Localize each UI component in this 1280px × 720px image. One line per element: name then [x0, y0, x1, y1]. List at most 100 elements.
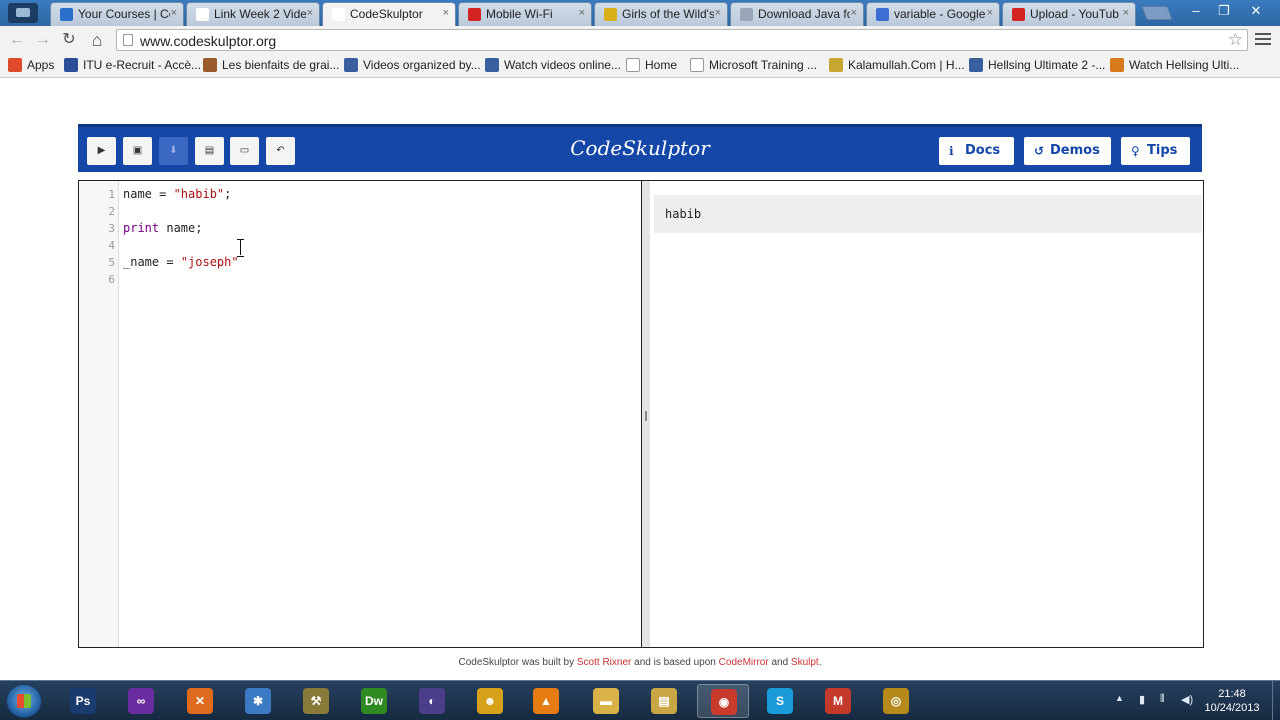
bookmark-item[interactable]: Videos organized by... [344, 58, 481, 74]
browser-tab[interactable]: Download Java fo × [730, 2, 864, 26]
demos-button[interactable]: ↺ Demos [1024, 137, 1111, 165]
code-line[interactable]: print name; [123, 221, 202, 235]
browser-tab[interactable]: variable - Google × [866, 2, 1000, 26]
volume-icon[interactable]: ◀) [1181, 693, 1193, 706]
tray-arrow-icon[interactable]: ▲ [1115, 693, 1124, 703]
browser-tab[interactable]: CodeSkulptor × [322, 2, 456, 26]
tab-close-icon[interactable]: × [579, 7, 585, 19]
download-button[interactable]: ⬇ [159, 137, 188, 165]
tools-icon: ✱ [245, 688, 271, 714]
bookmark-favicon-icon [690, 58, 704, 72]
taskbar-media-player[interactable]: ◎ [870, 684, 922, 718]
reset-button[interactable]: ↶ [266, 137, 295, 165]
skulpt-link[interactable]: Skulpt [791, 657, 819, 668]
new-tab-button[interactable] [1141, 6, 1173, 20]
bookmark-favicon-icon [485, 58, 499, 72]
line-number: 5 [108, 256, 115, 269]
restore-button[interactable]: ❐ [1212, 2, 1236, 20]
bookmark-favicon-icon [1110, 58, 1124, 72]
line-number: 2 [108, 205, 115, 218]
taskbar-explorer[interactable]: ▤ [638, 684, 690, 718]
tab-favicon-icon [196, 8, 209, 21]
code-token: name = [123, 187, 174, 201]
pane-splitter[interactable] [642, 180, 650, 648]
browser-tab[interactable]: Link Week 2 Vide × [186, 2, 320, 26]
taskbar-messenger[interactable]: ☻ [464, 684, 516, 718]
menu-icon[interactable] [1255, 33, 1271, 47]
bookmark-star-icon[interactable]: ☆ [1228, 30, 1243, 50]
open-local-button[interactable]: ▭ [230, 137, 259, 165]
bookmark-favicon-icon [64, 58, 78, 72]
tab-favicon-icon [468, 8, 481, 21]
browser-toolbar: ← → ↻ ⌂ www.codeskulptor.org ☆ [0, 26, 1280, 54]
tab-close-icon[interactable]: × [715, 7, 721, 19]
bookmark-label: Videos organized by... [363, 58, 481, 72]
signal-icon[interactable]: ⫴ [1160, 693, 1165, 706]
address-bar[interactable]: www.codeskulptor.org ☆ [116, 29, 1248, 51]
taskbar-folder[interactable]: ▬ [580, 684, 632, 718]
taskbar-tools[interactable]: ✱ [232, 684, 284, 718]
tab-close-icon[interactable]: × [851, 7, 857, 19]
close-window-button[interactable]: ✕ [1244, 2, 1268, 20]
taskbar-photoshop[interactable]: Ps [57, 684, 109, 718]
taskbar-dreamweaver[interactable]: Dw [348, 684, 400, 718]
bookmark-item[interactable]: Hellsing Ultimate 2 -... [969, 58, 1105, 74]
battery-icon[interactable]: ▮ [1139, 693, 1145, 706]
bookmark-item[interactable]: Les bienfaits de grai... [203, 58, 339, 74]
fresh-url-button[interactable]: ▤ [195, 137, 224, 165]
back-icon[interactable]: ← [6, 30, 28, 50]
tab-close-icon[interactable]: × [171, 7, 177, 19]
bookmark-item[interactable]: Apps [8, 58, 54, 74]
author-link[interactable]: Scott Rixner [577, 657, 631, 668]
bookmark-item[interactable]: Watch Hellsing Ulti... [1110, 58, 1239, 74]
browser-tab[interactable]: Girls of the Wild's × [594, 2, 728, 26]
tips-button[interactable]: ♀ Tips [1121, 137, 1190, 165]
tab-close-icon[interactable]: × [443, 7, 449, 19]
tab-close-icon[interactable]: × [987, 7, 993, 19]
vlc-icon: ▲ [533, 688, 559, 714]
run-button[interactable]: ▶ [87, 137, 116, 165]
console-output-line: habib [654, 195, 1202, 233]
browser-tab[interactable]: Mobile Wi-Fi × [458, 2, 592, 26]
save-button[interactable]: ▣ [123, 137, 152, 165]
bookmark-item[interactable]: Home [626, 58, 677, 74]
tab-favicon-icon [740, 8, 753, 21]
url-text[interactable]: www.codeskulptor.org [140, 33, 276, 49]
bookmark-label: Les bienfaits de grai... [222, 58, 340, 72]
codemirror-link[interactable]: CodeMirror [719, 657, 769, 668]
system-clock[interactable]: 21:48 10/24/2013 [1196, 687, 1268, 715]
code-editor[interactable]: 1 2 3 4 5 6 name = "habib"; print name; _name =… [78, 180, 642, 648]
bookmark-item[interactable]: Microsoft Training ... [690, 58, 817, 74]
code-line[interactable]: _name = "joseph" [123, 255, 239, 269]
bookmark-favicon-icon [969, 58, 983, 72]
browser-tab[interactable]: Your Courses | Co × [50, 2, 184, 26]
taskbar-chrome[interactable]: ◉ [697, 684, 749, 718]
folder-icon: ▬ [593, 688, 619, 714]
taskbar-eclipse[interactable]: ◐ [406, 684, 458, 718]
bookmark-item[interactable]: ITU e-Recruit - Accè... [64, 58, 201, 74]
taskbar-xampp[interactable]: ✕ [174, 684, 226, 718]
tab-title: Mobile Wi-Fi [486, 7, 553, 21]
tab-title: Girls of the Wild's [622, 7, 714, 21]
start-button[interactable] [6, 684, 42, 718]
show-desktop-button[interactable] [1272, 681, 1280, 720]
tab-close-icon[interactable]: × [307, 7, 313, 19]
code-line[interactable]: name = "habib"; [123, 187, 231, 201]
tab-title: CodeSkulptor [350, 7, 423, 21]
taskbar-vlc[interactable]: ▲ [520, 684, 572, 718]
taskbar-visual-studio[interactable]: ∞ [115, 684, 167, 718]
bookmark-label: Hellsing Ultimate 2 -... [988, 58, 1106, 72]
browser-tab[interactable]: Upload - YouTub × [1002, 2, 1136, 26]
tab-title: Your Courses | Co [78, 7, 170, 21]
taskbar-gmail[interactable]: M [812, 684, 864, 718]
forward-icon[interactable]: → [32, 30, 54, 50]
bookmark-item[interactable]: Kalamullah.Com | H... [829, 58, 965, 74]
reload-icon[interactable]: ↻ [58, 30, 80, 50]
bookmark-item[interactable]: Watch videos online... [485, 58, 621, 74]
home-icon[interactable]: ⌂ [86, 30, 108, 50]
docs-button[interactable]: ℹ Docs [939, 137, 1014, 165]
taskbar-tool-kit[interactable]: ⚒ [290, 684, 342, 718]
taskbar-skype[interactable]: S [754, 684, 806, 718]
minimize-button[interactable]: – [1184, 2, 1208, 20]
tab-close-icon[interactable]: × [1123, 7, 1129, 19]
